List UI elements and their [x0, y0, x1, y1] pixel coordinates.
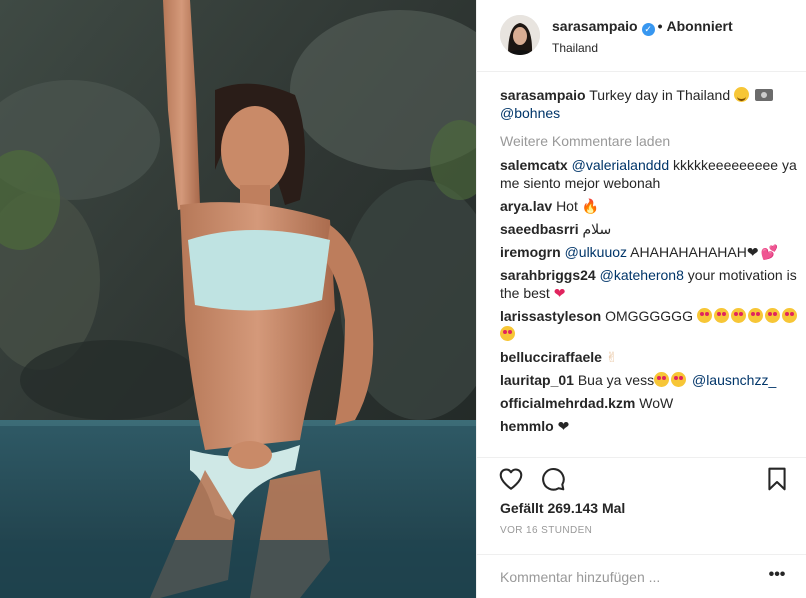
header-user-line: sarasampaio ✓ • Abonniert — [552, 18, 733, 36]
add-comment-bar: ••• — [477, 554, 806, 598]
list-item: bellucciraffaele ✌ — [500, 348, 800, 366]
heart-outline-icon[interactable] — [498, 466, 524, 492]
comment-user-link[interactable]: bellucciraffaele — [500, 349, 602, 365]
comment-text: OMGGGGGG — [605, 308, 693, 324]
location-link[interactable]: Thailand — [552, 41, 598, 55]
heart-eyes-emoji-icon — [730, 308, 746, 323]
list-item: saeedbasrri سلام — [500, 220, 800, 238]
heart-eyes-emoji-icon — [654, 372, 670, 387]
comment-user-link[interactable]: saeedbasrri — [500, 221, 579, 237]
camera-emoji-icon — [754, 89, 773, 101]
comment-mention-link[interactable]: @lausnchzz_ — [692, 372, 776, 388]
speech-bubble-icon[interactable] — [540, 466, 566, 492]
comment-user-link[interactable]: arya.lav — [500, 198, 552, 214]
comments-list[interactable]: sarasampaio Turkey day in Thailand @bohn… — [500, 86, 800, 458]
load-more-comments-button[interactable]: Weitere Kommentare laden — [500, 132, 800, 150]
black-heart-emoji-icon: ❤ — [557, 418, 570, 434]
list-item: sarahbriggs24 @kateheron8 your motivatio… — [500, 266, 800, 302]
comment-mention-link[interactable]: @kateheron8 — [600, 267, 684, 283]
comment-input[interactable] — [500, 567, 750, 587]
separator-dot: • — [657, 18, 663, 34]
heart-eyes-emoji-icon — [671, 372, 687, 387]
comment-user-link[interactable]: sarahbriggs24 — [500, 267, 596, 283]
photo-image — [0, 0, 476, 598]
heart-eyes-emoji-icon — [747, 308, 763, 323]
avatar[interactable] — [500, 15, 540, 55]
list-item: arya.lav Hot 🔥 — [500, 197, 800, 215]
comment-user-link[interactable]: iremogrn — [500, 244, 561, 260]
caption-text: Turkey day in Thailand — [589, 87, 731, 103]
verified-badge-icon: ✓ — [641, 23, 655, 36]
comment-mention-link[interactable]: @valerialanddd — [572, 157, 670, 173]
caption: sarasampaio Turkey day in Thailand @bohn… — [500, 86, 800, 122]
comment-user-link[interactable]: lauritap_01 — [500, 372, 574, 388]
comment-text: AHAHAHAHAHAH — [630, 244, 747, 260]
list-item: hemmlo ❤ — [500, 417, 800, 435]
comment-mention-link[interactable]: @ulkuuoz — [565, 244, 627, 260]
list-item: salemcatx @valerialanddd kkkkkeeeeeeeee … — [500, 156, 800, 192]
hugging-face-emoji-icon — [734, 87, 749, 102]
avatar-image — [500, 15, 540, 55]
pink-heart-emoji-icon: 💕 — [760, 244, 779, 260]
heart-eyes-emoji-icon — [781, 308, 797, 323]
post-header: sarasampaio ✓ • Abonniert Thailand — [477, 0, 806, 72]
follow-button[interactable]: Abonniert — [667, 18, 733, 34]
caption-user-link[interactable]: sarasampaio — [500, 87, 586, 103]
list-item: larissastyleson OMGGGGGG — [500, 307, 800, 343]
heart-eyes-emoji-icon — [696, 308, 712, 323]
post-sidebar: sarasampaio ✓ • Abonniert Thailand sarasamp… — [476, 0, 806, 598]
comment-text: Bua ya vess — [577, 372, 655, 388]
heart-eyes-emoji-icon — [713, 308, 729, 323]
list-item: iremogrn @ulkuuoz AHAHAHAHAHAH❤ 💕 — [500, 243, 800, 261]
username-link[interactable]: sarasampaio — [552, 18, 638, 34]
more-options-icon[interactable]: ••• — [767, 567, 787, 587]
comment-text: سلام — [582, 221, 612, 237]
post-timestamp[interactable]: VOR 16 STUNDEN — [500, 525, 592, 536]
heart-eyes-emoji-icon — [500, 326, 515, 341]
victory-hand-emoji-icon: ✌ — [605, 349, 618, 365]
likes-count[interactable]: Gefällt 269.143 Mal — [500, 500, 625, 516]
comment-user-link[interactable]: larissastyleson — [500, 308, 601, 324]
comment-text: Hot — [556, 198, 578, 214]
post-actions: Gefällt 269.143 Mal VOR 16 STUNDEN ••• — [477, 457, 806, 598]
comment-user-link[interactable]: officialmehrdad.kzm — [500, 395, 635, 411]
list-item: officialmehrdad.kzm WoW — [500, 394, 800, 412]
fire-emoji-icon: 🔥 — [581, 198, 600, 214]
red-heart-emoji-icon: ❤ — [553, 285, 566, 301]
bookmark-icon[interactable] — [764, 466, 790, 492]
comment-user-link[interactable]: hemmlo — [500, 418, 554, 434]
caption-mention-link[interactable]: @bohnes — [500, 105, 560, 121]
heart-eyes-emoji-icon — [764, 308, 780, 323]
comment-user-link[interactable]: salemcatx — [500, 157, 568, 173]
comment-text: WoW — [639, 395, 674, 411]
list-item: lauritap_01 Bua ya vess @lausnchzz_ — [500, 371, 800, 389]
black-heart-emoji-icon: ❤ — [746, 244, 759, 260]
post-photo[interactable] — [0, 0, 476, 598]
